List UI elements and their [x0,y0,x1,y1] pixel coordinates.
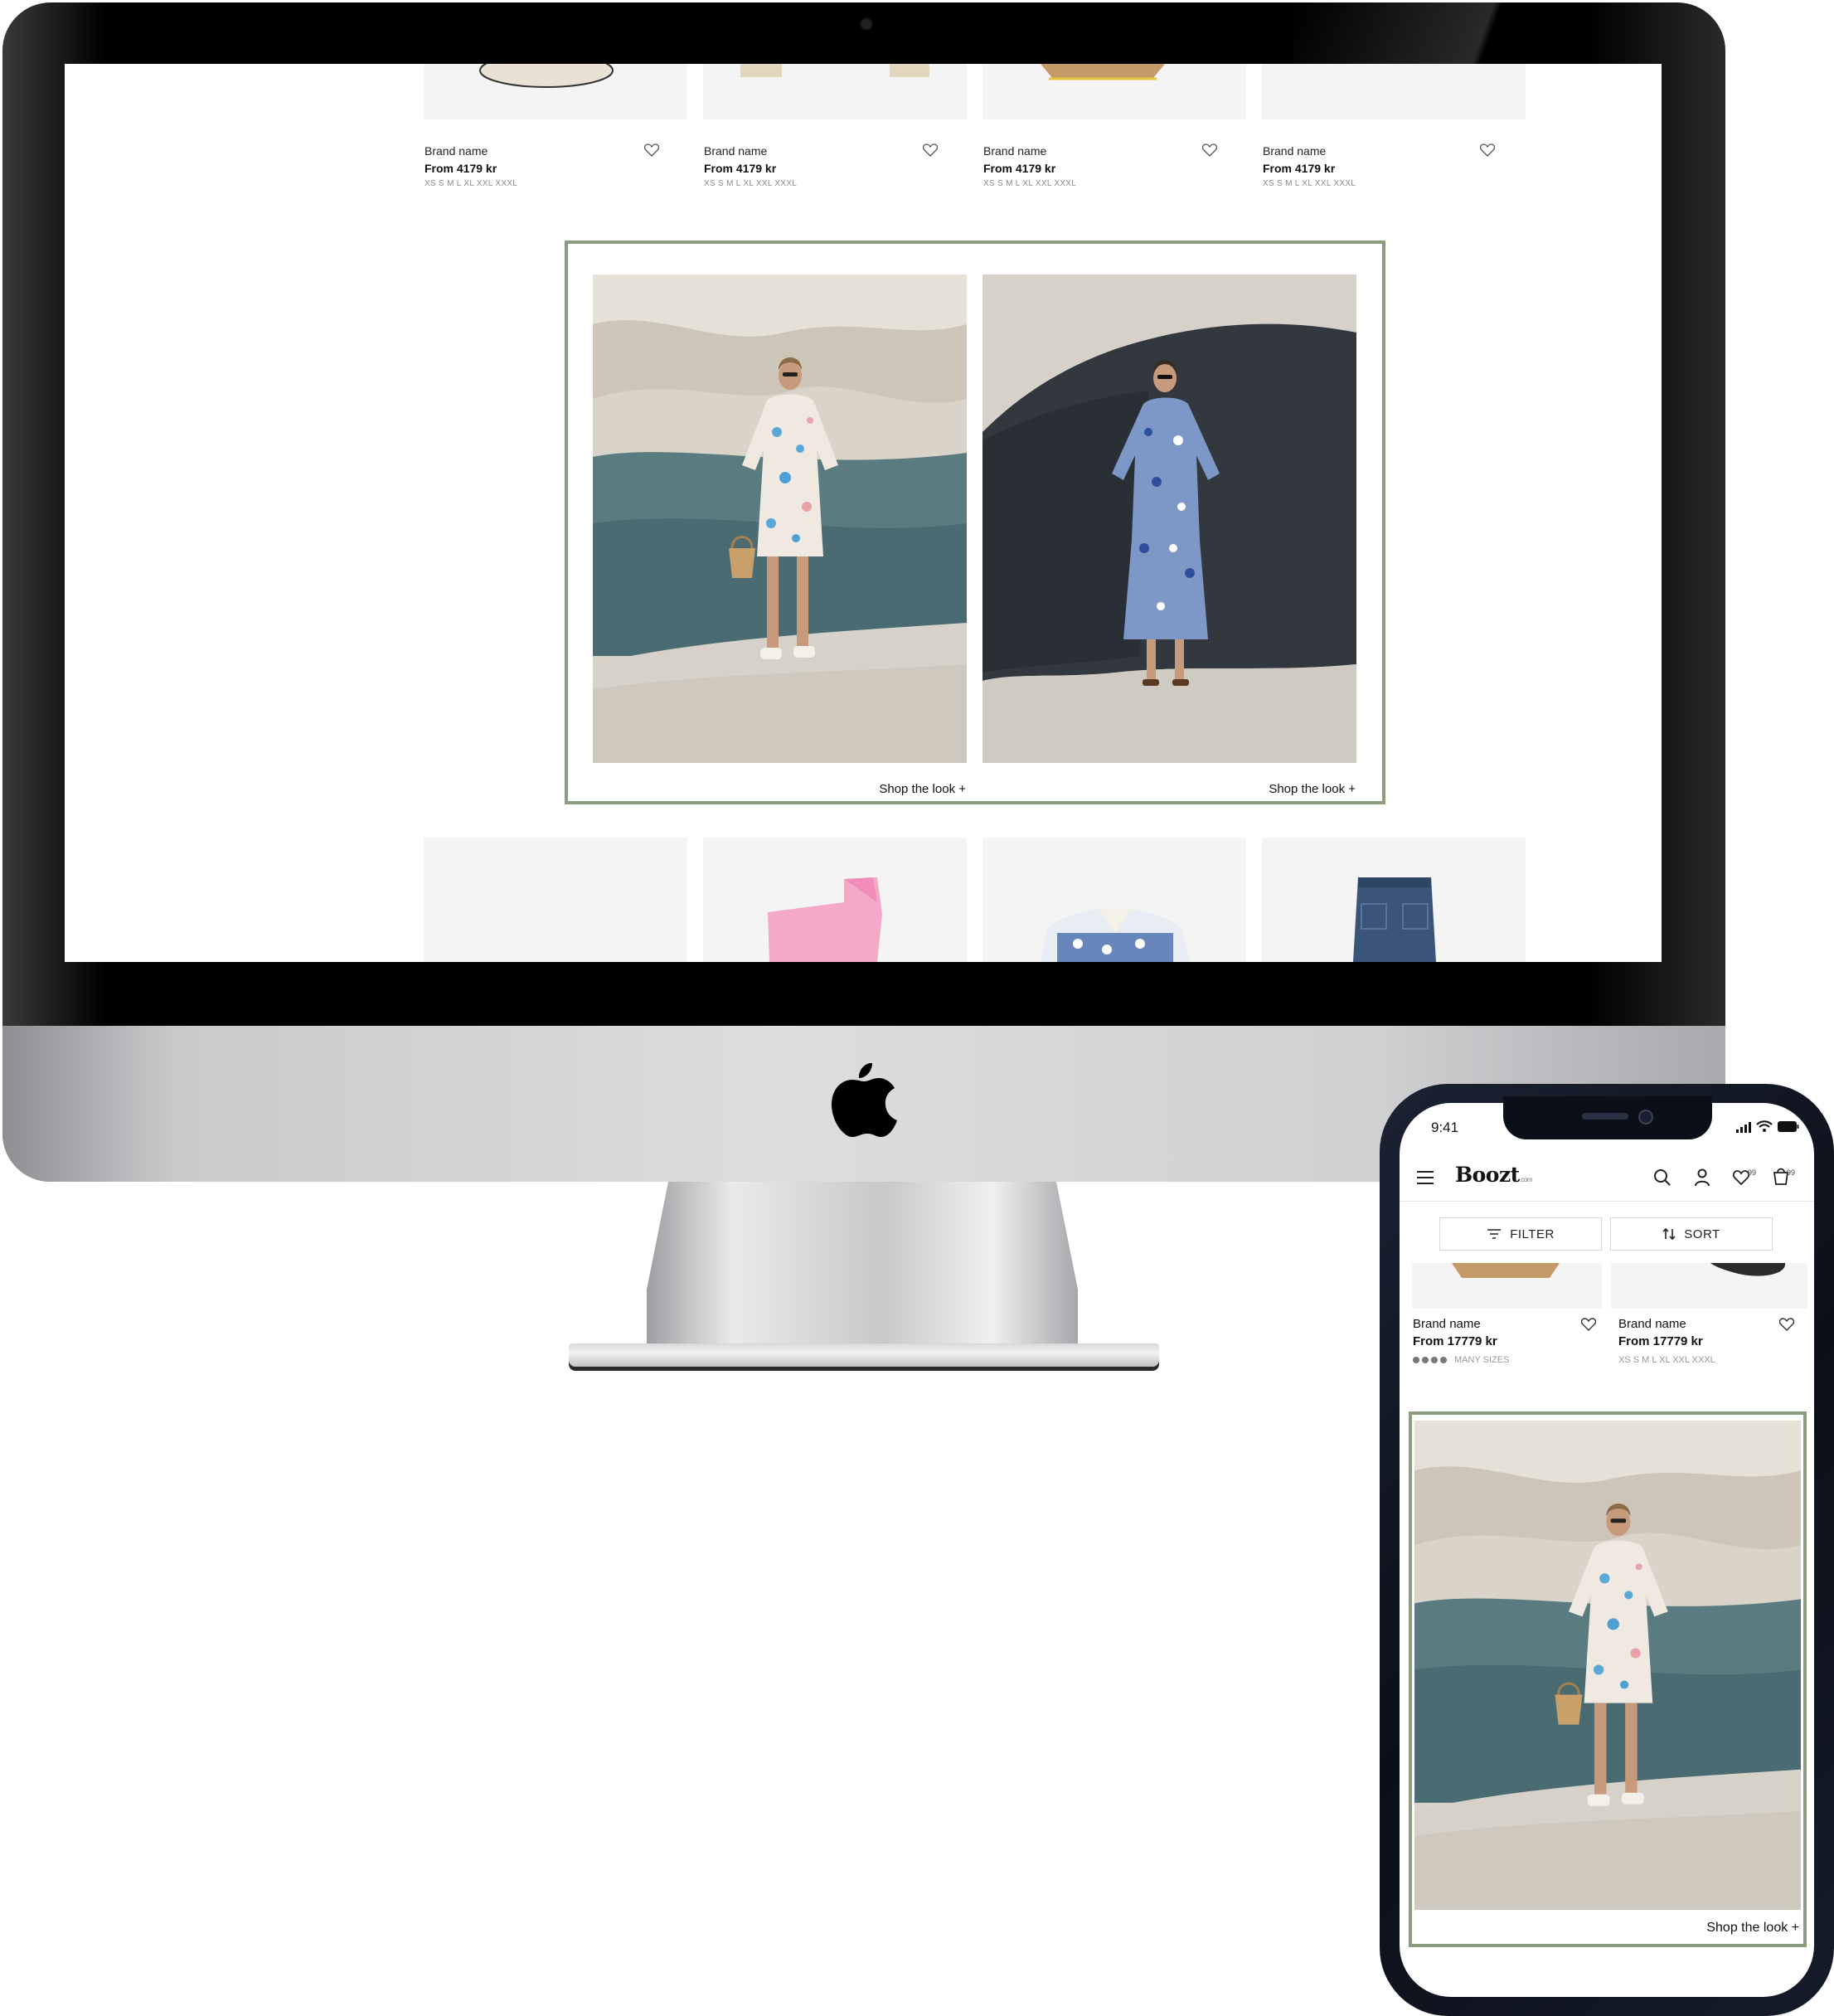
product-price: From 4179 kr [425,162,497,175]
size-list: XS S M L XL XXL XXXL [1618,1355,1715,1365]
product-thumbnail [1452,1263,1560,1278]
shop-the-look-link[interactable]: Shop the look + [1148,782,1356,796]
heart-icon[interactable] [923,143,938,157]
sort-label: SORT [1684,1227,1720,1241]
swatch-dot [1431,1357,1438,1363]
brand-name: Brand name [1618,1317,1686,1331]
product-card-info[interactable]: Brand name From 4179 kr XS S M L XL XXL … [425,144,673,188]
imac-stand-neck [647,1182,1078,1352]
product-image[interactable] [424,838,687,962]
product-thumbnail [1041,908,1190,962]
signal-icon [1736,1122,1751,1133]
hamburger-menu-icon[interactable] [1416,1170,1434,1185]
product-image[interactable] [982,838,1246,962]
product-image[interactable] [982,64,1246,119]
product-image[interactable] [1262,838,1526,962]
heart-icon[interactable] [1480,143,1495,157]
iphone-camera [1638,1110,1653,1125]
cart-count: 99 [1787,1168,1796,1177]
look-photo-image [1414,1421,1801,1910]
product-image[interactable] [424,64,687,119]
product-card-info[interactable]: Brand name From 17779 kr XS S M L XL XXL… [1618,1317,1793,1365]
look-photo-image [593,274,967,763]
filter-button[interactable]: FILTER [1439,1217,1602,1251]
product-thumbnail [768,877,882,962]
product-thumbnail [740,64,929,77]
logo-text: Boozt [1455,1163,1520,1187]
sort-icon [1662,1227,1676,1241]
wifi-icon [1756,1120,1773,1132]
brand-name: Brand name [425,144,488,158]
product-price: From 4179 kr [983,162,1056,175]
product-card-info[interactable]: Brand name From 4179 kr XS S M L XL XXL … [1263,144,1511,188]
product-card-info[interactable]: Brand name From 4179 kr XS S M L XL XXL … [983,144,1232,188]
header-divider [1400,1201,1814,1202]
size-list: MANY SIZES [1454,1355,1510,1365]
product-thumbnail [1041,64,1165,80]
heart-icon[interactable] [1581,1318,1596,1331]
product-image[interactable] [1262,64,1526,119]
product-thumbnail [1710,1263,1786,1276]
imac-camera [860,17,873,31]
product-price: From 4179 kr [1263,162,1336,175]
size-list: XS S M L XL XXL XXXL [425,179,518,188]
product-card-info[interactable]: Brand name From 17779 kr MANY SIZES [1413,1317,1587,1365]
heart-icon[interactable] [1202,143,1217,157]
sort-button[interactable]: SORT [1610,1217,1773,1251]
swatch-dot [1440,1357,1447,1363]
product-price: From 4179 kr [704,162,777,175]
product-price: From 17779 kr [1618,1334,1703,1348]
heart-icon[interactable] [644,143,659,157]
brand-name: Brand name [1263,144,1327,158]
search-icon[interactable] [1653,1168,1671,1187]
product-thumbnail [1353,877,1436,962]
size-list: XS S M L XL XXL XXXL [704,179,798,188]
desktop-screen: Brand name From 4179 kr XS S M L XL XXL … [65,64,1662,962]
size-list: XS S M L XL XXL XXXL [1263,179,1356,188]
product-thumbnail [479,64,614,88]
brand-name: Brand name [704,144,768,158]
product-image[interactable] [1611,1263,1807,1309]
filter-icon [1487,1229,1502,1239]
brand-name: Brand name [983,144,1047,158]
shop-the-look-link[interactable]: Shop the look + [1592,1921,1799,1936]
brand-name: Brand name [1413,1317,1481,1331]
color-swatches: MANY SIZES [1413,1355,1587,1365]
status-time: 9:41 [1431,1120,1459,1135]
heart-icon[interactable] [1779,1318,1794,1331]
battery-icon [1778,1121,1799,1132]
boozt-logo[interactable]: Boozt.com [1455,1163,1533,1187]
account-icon[interactable] [1694,1168,1710,1187]
look-photo[interactable] [982,274,1356,763]
product-image[interactable] [703,64,967,119]
imac-stand-base [569,1343,1159,1367]
filter-label: FILTER [1510,1227,1555,1241]
product-price: From 17779 kr [1413,1334,1497,1348]
swatch-dot [1422,1357,1429,1363]
iphone-speaker [1582,1113,1628,1120]
look-photo-image [982,274,1356,763]
swatch-dot [1413,1357,1419,1363]
product-image[interactable] [1412,1263,1602,1309]
product-card-info[interactable]: Brand name From 4179 kr XS S M L XL XXL … [704,144,953,188]
apple-logo-icon [832,1062,897,1137]
product-image[interactable] [703,838,967,962]
wishlist-count: 99 [1748,1168,1757,1177]
look-photo[interactable] [593,274,967,763]
wishlist-icon[interactable] [1733,1170,1749,1185]
look-photo[interactable] [1414,1421,1801,1910]
logo-suffix: .com [1519,1176,1533,1183]
shop-the-look-link[interactable]: Shop the look + [759,782,966,796]
size-list: XS S M L XL XXL XXXL [983,179,1077,188]
